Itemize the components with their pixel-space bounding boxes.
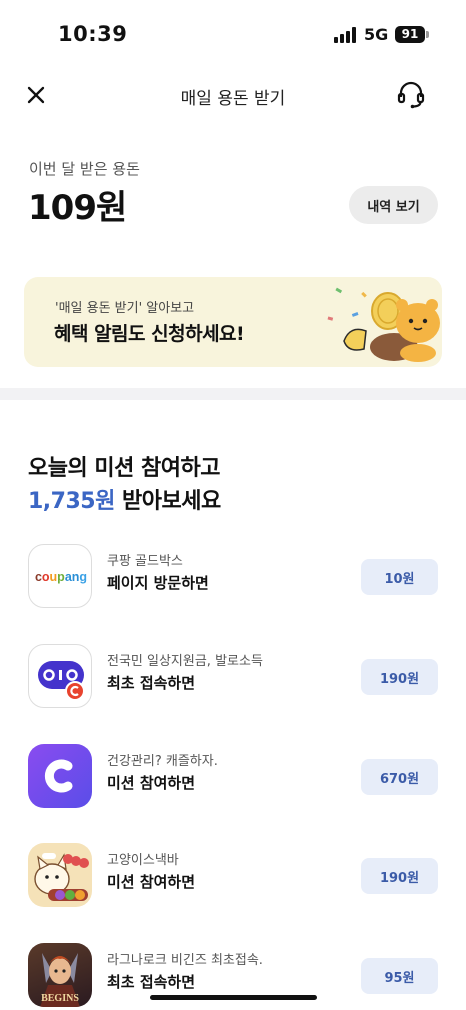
status-time: 10:39 [58,22,128,46]
mission-heading: 오늘의 미션 참여하고 [28,456,220,481]
mission-action: 미션 참여하면 [107,774,196,792]
coupang-app-icon: coupang [28,544,92,608]
mission-total-amount: 1,735원 [28,489,115,514]
network-label: 5G [364,25,389,44]
mission-brand: 고양이스낵바 [107,853,179,868]
headset-icon[interactable] [394,78,428,112]
reward-button[interactable]: 670원 [361,759,438,795]
mission-action: 페이지 방문하면 [107,574,209,592]
reward-button[interactable]: 190원 [361,858,438,894]
status-bar: 10:39 5G 91 [0,0,466,64]
balance-amount: 109원 [28,188,127,228]
signal-icon [334,27,358,43]
list-item[interactable]: 전국민 일상지원금, 발로소득 최초 접속하면 190원 [0,644,466,710]
reward-button[interactable]: 10원 [361,559,438,595]
character-illustration-icon [327,287,440,362]
list-item[interactable]: coupang 쿠팡 골드박스 페이지 방문하면 10원 [0,544,466,610]
banner-subtitle: '매일 용돈 받기' 알아보고 [55,301,195,316]
home-indicator [150,995,317,1000]
mission-brand: 전국민 일상지원금, 발로소득 [107,654,263,669]
battery-icon: 91 [395,26,425,43]
cat-snackbar-app-icon [28,843,92,907]
svg-text:BEGINS: BEGINS [41,993,79,1004]
mission-brand: 건강관리? 캐즐하자. [107,754,218,769]
mission-heading-suffix: 받아보세요 [114,489,221,514]
mission-action: 최초 접속하면 [107,973,196,991]
reward-button[interactable]: 190원 [361,659,438,695]
history-button[interactable]: 내역 보기 [349,186,438,224]
svg-text:coupang: coupang [35,570,87,584]
balance-label: 이번 달 받은 용돈 [29,160,140,178]
mission-brand: 쿠팡 골드박스 [107,554,183,569]
section-divider [0,388,466,400]
cashdoc-app-icon [28,744,92,808]
battery-tip [426,31,429,38]
notification-banner[interactable]: '매일 용돈 받기' 알아보고 혜택 알림도 신청하세요! [24,277,442,367]
list-item[interactable]: 고양이스낵바 미션 참여하면 190원 [0,843,466,909]
ragnarok-app-icon: BEGINS [28,943,92,1007]
nav-bar: 매일 용돈 받기 [0,70,466,122]
banner-title: 혜택 알림도 신청하세요! [54,323,245,345]
balo-app-icon [28,644,92,708]
mission-action: 미션 참여하면 [107,873,196,891]
reward-button[interactable]: 95원 [361,958,438,994]
mission-action: 최초 접속하면 [107,674,196,692]
mission-subheading: 1,735원 받아보세요 [28,483,221,515]
mission-brand: 라그나로크 비긴즈 최초접속. [107,953,263,968]
list-item[interactable]: 건강관리? 캐즐하자. 미션 참여하면 670원 [0,744,466,810]
